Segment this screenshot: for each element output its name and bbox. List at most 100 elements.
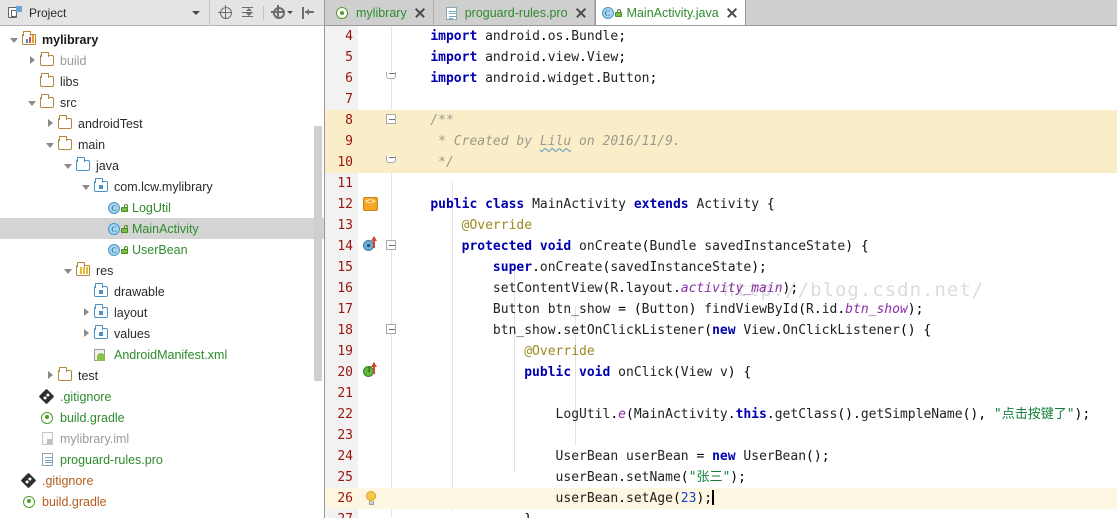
text-file-icon	[443, 5, 459, 20]
tree-item-layout[interactable]: layout	[0, 302, 324, 323]
code-line[interactable]: 8 /**	[325, 110, 1117, 131]
tree-item-mylibrary[interactable]: mylibrary	[0, 29, 324, 50]
chevron-down-icon[interactable]	[62, 260, 75, 281]
fold-slot	[385, 131, 397, 152]
tree-item-test[interactable]: test	[0, 365, 324, 386]
chevron-down-icon[interactable]	[44, 134, 57, 155]
code-line[interactable]: 20 public void onClick(View v) {	[325, 362, 1117, 383]
project-panel-scrollbar[interactable]	[314, 126, 322, 381]
tree-item-main[interactable]: main	[0, 134, 324, 155]
project-tree[interactable]: mylibrarybuildlibssrcandroidTestmainjava…	[0, 26, 324, 518]
editor-area: mylibraryproguard-rules.proCMainActivity…	[325, 0, 1117, 518]
chevron-down-icon[interactable]	[8, 29, 21, 50]
chevron-right-icon[interactable]	[44, 113, 57, 134]
code-line[interactable]: 16 setContentView(R.layout.activity_main…	[325, 278, 1117, 299]
code-line[interactable]: 5 import android.view.View;	[325, 47, 1117, 68]
overriding-method-icon[interactable]	[357, 236, 385, 257]
fold-slot	[385, 425, 397, 446]
folder-icon	[39, 74, 56, 90]
code-line[interactable]: 18 btn_show.setOnClickListener(new View.…	[325, 320, 1117, 341]
settings-button[interactable]	[270, 3, 296, 22]
locate-in-tree-button[interactable]	[216, 3, 235, 22]
editor-tab-proguard-rules-pro[interactable]: proguard-rules.pro	[434, 0, 595, 25]
code-line[interactable]: 27 }	[325, 509, 1117, 518]
tree-item-label: LogUtil	[132, 201, 171, 215]
tree-item-com-lcw-mylibrary[interactable]: com.lcw.mylibrary	[0, 176, 324, 197]
tree-item-mylibrary-iml[interactable]: mylibrary.iml	[0, 428, 324, 449]
project-panel: Project	[0, 0, 325, 518]
code-line[interactable]: 22 LogUtil.e(MainActivity.this.getClass(…	[325, 404, 1117, 425]
code-editor[interactable]: http://blog.csdn.net/ 4 import android.o…	[325, 26, 1117, 518]
hide-panel-icon	[302, 7, 315, 19]
close-icon[interactable]	[727, 7, 738, 18]
chevron-down-icon[interactable]	[62, 155, 75, 176]
code-line[interactable]: 13 @Override	[325, 215, 1117, 236]
chevron-down-icon[interactable]	[80, 176, 93, 197]
tree-item-proguard-rules-pro[interactable]: proguard-rules.pro	[0, 449, 324, 470]
fold-expand-icon[interactable]	[385, 110, 397, 131]
fold-end-icon[interactable]	[385, 68, 397, 89]
code-line[interactable]: 4 import android.os.Bundle;	[325, 26, 1117, 47]
folder-icon	[57, 137, 74, 153]
code-line[interactable]: 12 public class MainActivity extends Act…	[325, 194, 1117, 215]
tree-item-userbean[interactable]: CUserBean	[0, 239, 324, 260]
tree-item-build[interactable]: build	[0, 50, 324, 71]
chevron-right-icon[interactable]	[26, 50, 39, 71]
tree-item-logutil[interactable]: CLogUtil	[0, 197, 324, 218]
code-line[interactable]: 21	[325, 383, 1117, 404]
collapse-all-button[interactable]	[238, 3, 257, 22]
class-marker-icon[interactable]	[357, 194, 385, 215]
tree-item-androidmanifest-xml[interactable]: AndroidManifest.xml	[0, 344, 324, 365]
fold-slot	[385, 467, 397, 488]
fold-end-icon[interactable]	[385, 152, 397, 173]
fold-expand-icon[interactable]	[385, 236, 397, 257]
code-line[interactable]: 23	[325, 425, 1117, 446]
chevron-down-icon[interactable]	[26, 92, 39, 113]
tree-item-build-gradle[interactable]: build.gradle	[0, 491, 324, 512]
hide-panel-button[interactable]	[299, 3, 318, 22]
code-line[interactable]: 10 */	[325, 152, 1117, 173]
tree-item-values[interactable]: values	[0, 323, 324, 344]
code-line[interactable]: 9 * Created by Lilu on 2016/11/9.	[325, 131, 1117, 152]
code-line[interactable]: 15 super.onCreate(savedInstanceState);	[325, 257, 1117, 278]
tree-spacer	[8, 470, 21, 491]
tree-item-label: build.gradle	[42, 495, 107, 509]
code-line[interactable]: 24 UserBean userBean = new UserBean();	[325, 446, 1117, 467]
tree-item-build-gradle[interactable]: build.gradle	[0, 407, 324, 428]
tree-item-gitignore[interactable]: .gitignore	[0, 386, 324, 407]
close-icon[interactable]	[576, 7, 587, 18]
tree-item-drawable[interactable]: drawable	[0, 281, 324, 302]
code-line[interactable]: 25 userBean.setName("张三");	[325, 467, 1117, 488]
chevron-right-icon[interactable]	[80, 323, 93, 344]
fold-expand-icon[interactable]	[385, 320, 397, 341]
code-line[interactable]: 6 import android.widget.Button;	[325, 68, 1117, 89]
tree-item-gitignore[interactable]: .gitignore	[0, 470, 324, 491]
implementing-method-icon[interactable]	[357, 362, 385, 383]
code-line[interactable]: 17 Button btn_show = (Button) findViewBy…	[325, 299, 1117, 320]
gutter-slot	[357, 89, 385, 110]
tree-item-libs[interactable]: libs	[0, 71, 324, 92]
tree-spacer	[26, 449, 39, 470]
code-line[interactable]: 11	[325, 173, 1117, 194]
chevron-right-icon[interactable]	[80, 302, 93, 323]
code-line[interactable]: 26 userBean.setAge(23);	[325, 488, 1117, 509]
code-line[interactable]: 19 @Override	[325, 341, 1117, 362]
editor-tab-mainactivity-java[interactable]: CMainActivity.java	[595, 0, 746, 25]
chevron-right-icon[interactable]	[44, 365, 57, 386]
code-line[interactable]: 14 protected void onCreate(Bundle savedI…	[325, 236, 1117, 257]
tree-item-res[interactable]: res	[0, 260, 324, 281]
tree-item-java[interactable]: java	[0, 155, 324, 176]
fold-slot	[385, 278, 397, 299]
tree-spacer	[8, 491, 21, 512]
project-view-selector[interactable]: Project	[0, 0, 210, 26]
git-icon	[21, 473, 38, 489]
tree-item-src[interactable]: src	[0, 92, 324, 113]
editor-tab-mylibrary[interactable]: mylibrary	[325, 0, 434, 25]
code-line[interactable]: 7	[325, 89, 1117, 110]
tree-item-label: layout	[114, 306, 147, 320]
tree-item-mainactivity[interactable]: CMainActivity	[0, 218, 324, 239]
line-number: 17	[325, 302, 357, 317]
close-icon[interactable]	[415, 7, 426, 18]
intention-bulb-icon[interactable]	[357, 488, 385, 509]
tree-item-androidtest[interactable]: androidTest	[0, 113, 324, 134]
